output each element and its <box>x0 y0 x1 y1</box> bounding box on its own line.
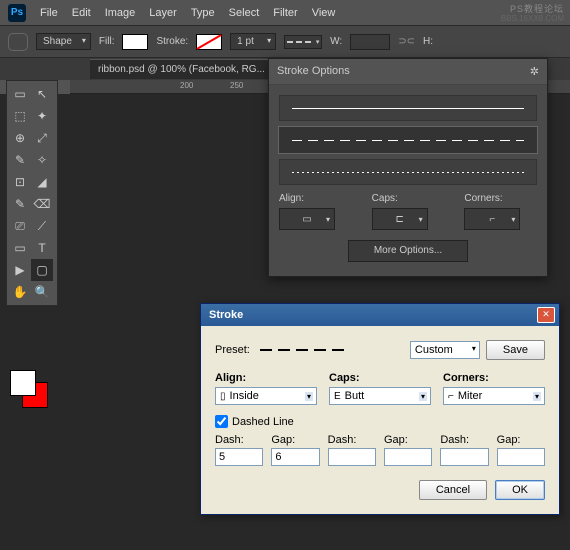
preset-label: Preset: <box>215 344 250 356</box>
width-label: W: <box>330 36 342 47</box>
foreground-color-swatch[interactable] <box>10 370 36 396</box>
align-dropdown[interactable]: ▭ <box>279 208 335 230</box>
stroke-options-title: Stroke Options <box>277 65 350 78</box>
tool-heal[interactable]: ✎ <box>9 149 31 171</box>
fill-swatch[interactable] <box>122 34 148 50</box>
tool-wand[interactable]: ✦ <box>31 105 53 127</box>
tool-pen[interactable]: ▭ <box>9 237 31 259</box>
tool-eyedropper[interactable]: ⤢ <box>31 127 53 149</box>
gear-icon[interactable]: ✲ <box>530 65 539 78</box>
preset-dropdown[interactable]: Custom <box>410 341 480 359</box>
menu-file[interactable]: File <box>40 7 58 19</box>
save-button[interactable]: Save <box>486 340 545 360</box>
width-field[interactable] <box>350 34 390 50</box>
dash-3-input[interactable] <box>440 448 488 466</box>
tool-zoom[interactable]: 🔍 <box>31 281 53 303</box>
menu-type[interactable]: Type <box>191 7 215 19</box>
app-logo: Ps <box>8 4 26 22</box>
preset-preview <box>256 343 404 357</box>
menu-select[interactable]: Select <box>229 7 260 19</box>
dialog-title: Stroke <box>209 309 243 321</box>
watermark-url: BBS.16XX8.COM <box>501 14 564 23</box>
corners-label: Corners: <box>464 193 537 204</box>
caps-select[interactable]: EButt <box>329 387 431 405</box>
corners-select[interactable]: ⌐Miter <box>443 387 545 405</box>
tool-brush[interactable]: ✧ <box>31 149 53 171</box>
dashed-line-label: Dashed Line <box>232 416 294 428</box>
gap-label: Gap: <box>497 434 545 446</box>
dash-label: Dash: <box>328 434 376 446</box>
tool-type[interactable]: T <box>31 237 53 259</box>
stroke-style-solid[interactable] <box>279 95 537 121</box>
tool-marquee[interactable]: ⬚ <box>9 105 31 127</box>
menu-edit[interactable]: Edit <box>72 7 91 19</box>
ok-button[interactable]: OK <box>495 480 545 500</box>
gap-3-input[interactable] <box>497 448 545 466</box>
dash-2-input[interactable] <box>328 448 376 466</box>
dash-label: Dash: <box>215 434 263 446</box>
caps-dropdown[interactable]: ⊏ <box>372 208 428 230</box>
tool-shape[interactable]: ▢ <box>31 259 53 281</box>
stroke-style-dashed[interactable] <box>279 127 537 153</box>
tool-crop[interactable]: ⊕ <box>9 127 31 149</box>
menu-view[interactable]: View <box>312 7 336 19</box>
height-label: H: <box>423 36 433 47</box>
fill-label: Fill: <box>99 36 115 47</box>
stroke-swatch[interactable] <box>196 34 222 50</box>
dash-1-input[interactable] <box>215 448 263 466</box>
gap-label: Gap: <box>271 434 319 446</box>
dialog-titlebar[interactable]: Stroke ✕ <box>201 304 559 326</box>
tool-select[interactable]: ↖ <box>31 83 53 105</box>
stroke-width-dropdown[interactable]: 1 pt <box>230 33 276 50</box>
align-label: Align: <box>279 193 352 204</box>
tool-move[interactable]: ▭ <box>9 83 31 105</box>
dash-label: Dash: <box>440 434 488 446</box>
tool-hand[interactable]: ✋ <box>9 281 31 303</box>
tool-dodge[interactable]: ⟋ <box>31 215 53 237</box>
menu-bar: Ps File Edit Image Layer Type Select Fil… <box>0 0 570 26</box>
align-label: Align: <box>215 372 317 384</box>
tool-eraser[interactable]: ✎ <box>9 193 31 215</box>
stroke-label: Stroke: <box>156 36 188 47</box>
stroke-options-popover: Stroke Options ✲ Align: ▭ Caps: ⊏ Corner… <box>268 58 548 277</box>
tool-stamp[interactable]: ⊡ <box>9 171 31 193</box>
menu-layer[interactable]: Layer <box>149 7 177 19</box>
align-select[interactable]: ▯Inside <box>215 387 317 405</box>
color-swatches <box>10 370 50 410</box>
ruler-mark: 200 <box>180 81 193 90</box>
shape-preview[interactable] <box>8 33 28 51</box>
menu-filter[interactable]: Filter <box>273 7 297 19</box>
close-button[interactable]: ✕ <box>537 307 555 323</box>
corners-label: Corners: <box>443 372 545 384</box>
caps-label: Caps: <box>329 372 431 384</box>
tool-mode-dropdown[interactable]: Shape <box>36 33 91 50</box>
menu-image[interactable]: Image <box>105 7 136 19</box>
tool-path[interactable]: ▶ <box>9 259 31 281</box>
dashed-line-checkbox[interactable] <box>215 415 228 428</box>
corners-dropdown[interactable]: ⌐ <box>464 208 520 230</box>
stroke-style-dropdown[interactable] <box>284 35 322 49</box>
toolbox: ▭ ↖ ⬚ ✦ ⊕ ⤢ ✎ ✧ ⊡ ◢ ✎ ⌫ ⎚ ⟋ ▭ T ▶ ▢ ✋ 🔍 <box>6 80 58 306</box>
tool-gradient[interactable]: ⌫ <box>31 193 53 215</box>
document-tab-active[interactable]: ribbon.psd @ 100% (Facebook, RG... <box>90 59 273 79</box>
gap-2-input[interactable] <box>384 448 432 466</box>
stroke-dialog: Stroke ✕ Preset: Custom Save Align: ▯Ins… <box>200 303 560 515</box>
ruler-mark: 250 <box>230 81 243 90</box>
options-bar: Shape Fill: Stroke: 1 pt W: ⊃⊂ H: <box>0 26 570 58</box>
caps-label: Caps: <box>372 193 445 204</box>
more-options-button[interactable]: More Options... <box>348 240 468 262</box>
gap-label: Gap: <box>384 434 432 446</box>
link-icon[interactable]: ⊃⊂ <box>398 36 415 47</box>
tool-history[interactable]: ◢ <box>31 171 53 193</box>
tool-blur[interactable]: ⎚ <box>9 215 31 237</box>
gap-1-input[interactable] <box>271 448 319 466</box>
cancel-button[interactable]: Cancel <box>419 480 487 500</box>
stroke-style-dotted[interactable] <box>279 159 537 185</box>
